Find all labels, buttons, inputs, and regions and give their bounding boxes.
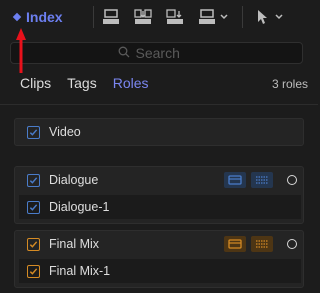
toolbar-divider <box>242 6 243 28</box>
clip-appearance-icon[interactable] <box>100 6 122 28</box>
subrole-lanes-icon[interactable] <box>251 172 273 188</box>
divider <box>0 151 318 163</box>
role-final-mix-focus-radio[interactable] <box>287 239 297 249</box>
role-dialogue-focus-radio[interactable] <box>287 175 297 185</box>
role-final-mix: Final Mix Final Mix-1 <box>14 230 304 288</box>
role-final-mix-checkbox[interactable] <box>27 237 40 251</box>
role-dialogue-checkbox[interactable] <box>27 173 40 187</box>
role-dialogue-label: Dialogue <box>49 173 99 187</box>
index-label: Index <box>26 9 63 25</box>
index-button[interactable]: Index <box>12 7 63 27</box>
search-field[interactable] <box>10 42 303 64</box>
subrole-final-mix-1: Final Mix-1 <box>19 259 301 283</box>
search-input[interactable] <box>135 45 196 61</box>
clip-append-icon[interactable] <box>132 6 154 28</box>
divider <box>0 104 318 105</box>
roles-count: 3 roles <box>271 77 308 91</box>
subrole-lanes-icon[interactable] <box>251 236 273 252</box>
subrole-final-mix-1-label: Final Mix-1 <box>49 264 111 278</box>
tab-clips[interactable]: Clips <box>20 75 51 95</box>
diamond-icon <box>12 12 22 22</box>
role-video-checkbox[interactable] <box>27 125 40 139</box>
show-lanes-icon[interactable] <box>224 236 246 252</box>
select-tool-icon[interactable] <box>251 6 273 28</box>
search-icon <box>118 45 130 61</box>
role-dialogue: Dialogue Dialogue-1 <box>14 166 304 224</box>
subrole-dialogue-1-checkbox[interactable] <box>27 200 40 214</box>
show-lanes-icon[interactable] <box>224 172 246 188</box>
role-final-mix-label: Final Mix <box>49 237 100 251</box>
tab-tags[interactable]: Tags <box>67 75 97 95</box>
chevron-down-icon[interactable] <box>218 6 230 28</box>
chevron-down-icon[interactable] <box>273 6 285 28</box>
tab-roles[interactable]: Roles <box>113 75 149 95</box>
clip-insert-icon[interactable] <box>164 6 186 28</box>
subrole-dialogue-1: Dialogue-1 <box>19 195 301 219</box>
toolbar: Index <box>0 0 318 36</box>
clip-overwrite-icon[interactable] <box>196 6 218 28</box>
role-video-label: Video <box>49 125 81 139</box>
subrole-final-mix-1-checkbox[interactable] <box>27 264 40 278</box>
annotation-arrow-icon <box>16 28 26 73</box>
subrole-dialogue-1-label: Dialogue-1 <box>49 200 110 214</box>
toolbar-divider <box>93 6 94 28</box>
tab-bar: Clips Tags Roles <box>20 75 149 95</box>
role-video: Video <box>14 118 304 146</box>
